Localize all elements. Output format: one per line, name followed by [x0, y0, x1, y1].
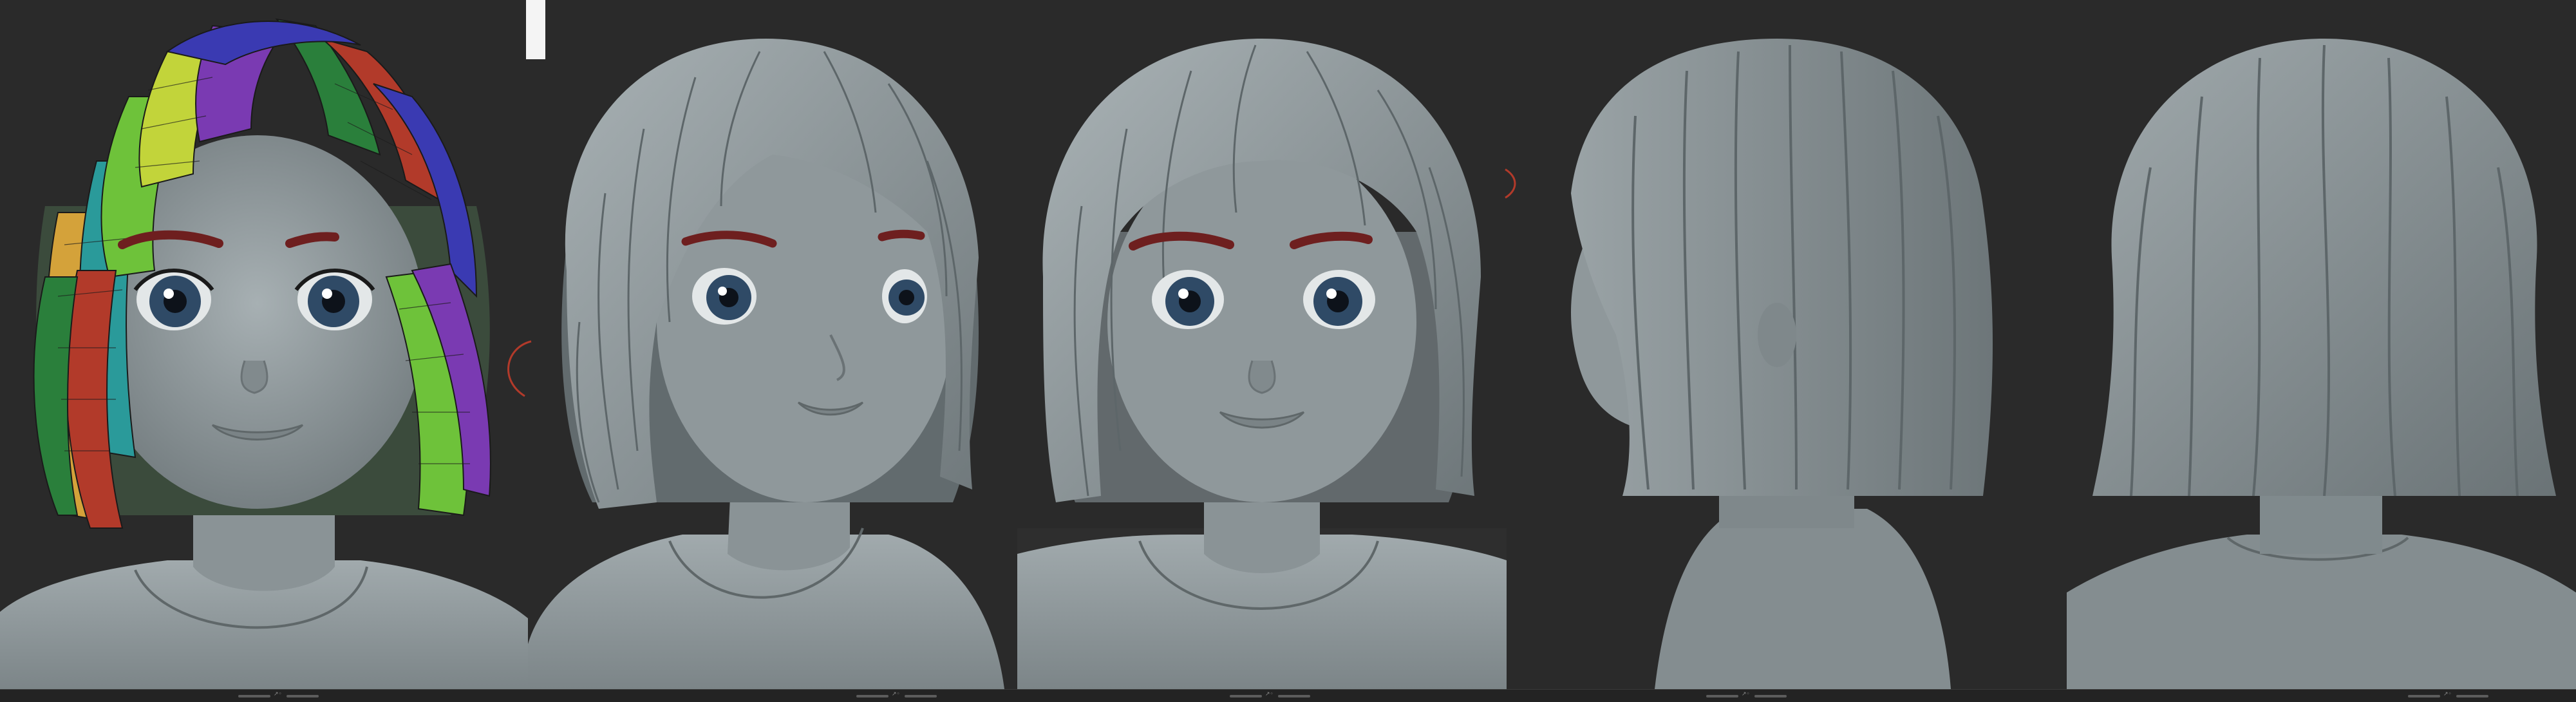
bar-mark	[287, 695, 319, 697]
view-front	[1017, 39, 1507, 689]
sculpt-turnaround-canvas	[0, 0, 2576, 701]
ear	[1758, 303, 1796, 367]
marker-block	[526, 0, 545, 59]
bar-mark	[2456, 695, 2488, 697]
body	[1655, 509, 1951, 689]
bar-mark	[1706, 695, 1738, 697]
view-three-quarter-left	[528, 39, 1004, 689]
bar-mark	[1230, 695, 1262, 697]
nose	[240, 360, 268, 394]
bar-glyph: ↗◦	[274, 691, 282, 697]
bar-glyph: ↗◦	[1265, 691, 1274, 697]
bar-mark	[238, 695, 270, 697]
eyebrow-right	[878, 229, 925, 242]
view-side-profile	[1571, 39, 1993, 689]
hair-mass	[2092, 39, 2556, 496]
viewport-bottom-bar: ↗◦ ↗◦ ↗◦ ↗◦ ↗◦	[0, 689, 2576, 702]
bar-mark	[905, 695, 937, 697]
brush-cursor-left	[507, 340, 532, 397]
eye-right	[1303, 270, 1375, 329]
bar-glyph: ↗◦	[892, 691, 900, 697]
nose	[1248, 360, 1276, 394]
bar-mark	[2408, 695, 2440, 697]
bar-mark	[1278, 695, 1310, 697]
bar-mark	[1754, 695, 1787, 697]
bar-glyph: ↗◦	[2443, 691, 2452, 697]
bar-glyph: ↗◦	[1742, 691, 1750, 697]
view-back	[2067, 39, 2576, 689]
eye-right	[882, 269, 927, 323]
eye-left	[692, 268, 757, 325]
body	[2067, 535, 2576, 689]
brush-cursor-right	[1505, 168, 1516, 199]
bar-mark	[856, 695, 888, 697]
view-front-polygroups	[0, 18, 528, 689]
eye-left	[1152, 270, 1224, 329]
